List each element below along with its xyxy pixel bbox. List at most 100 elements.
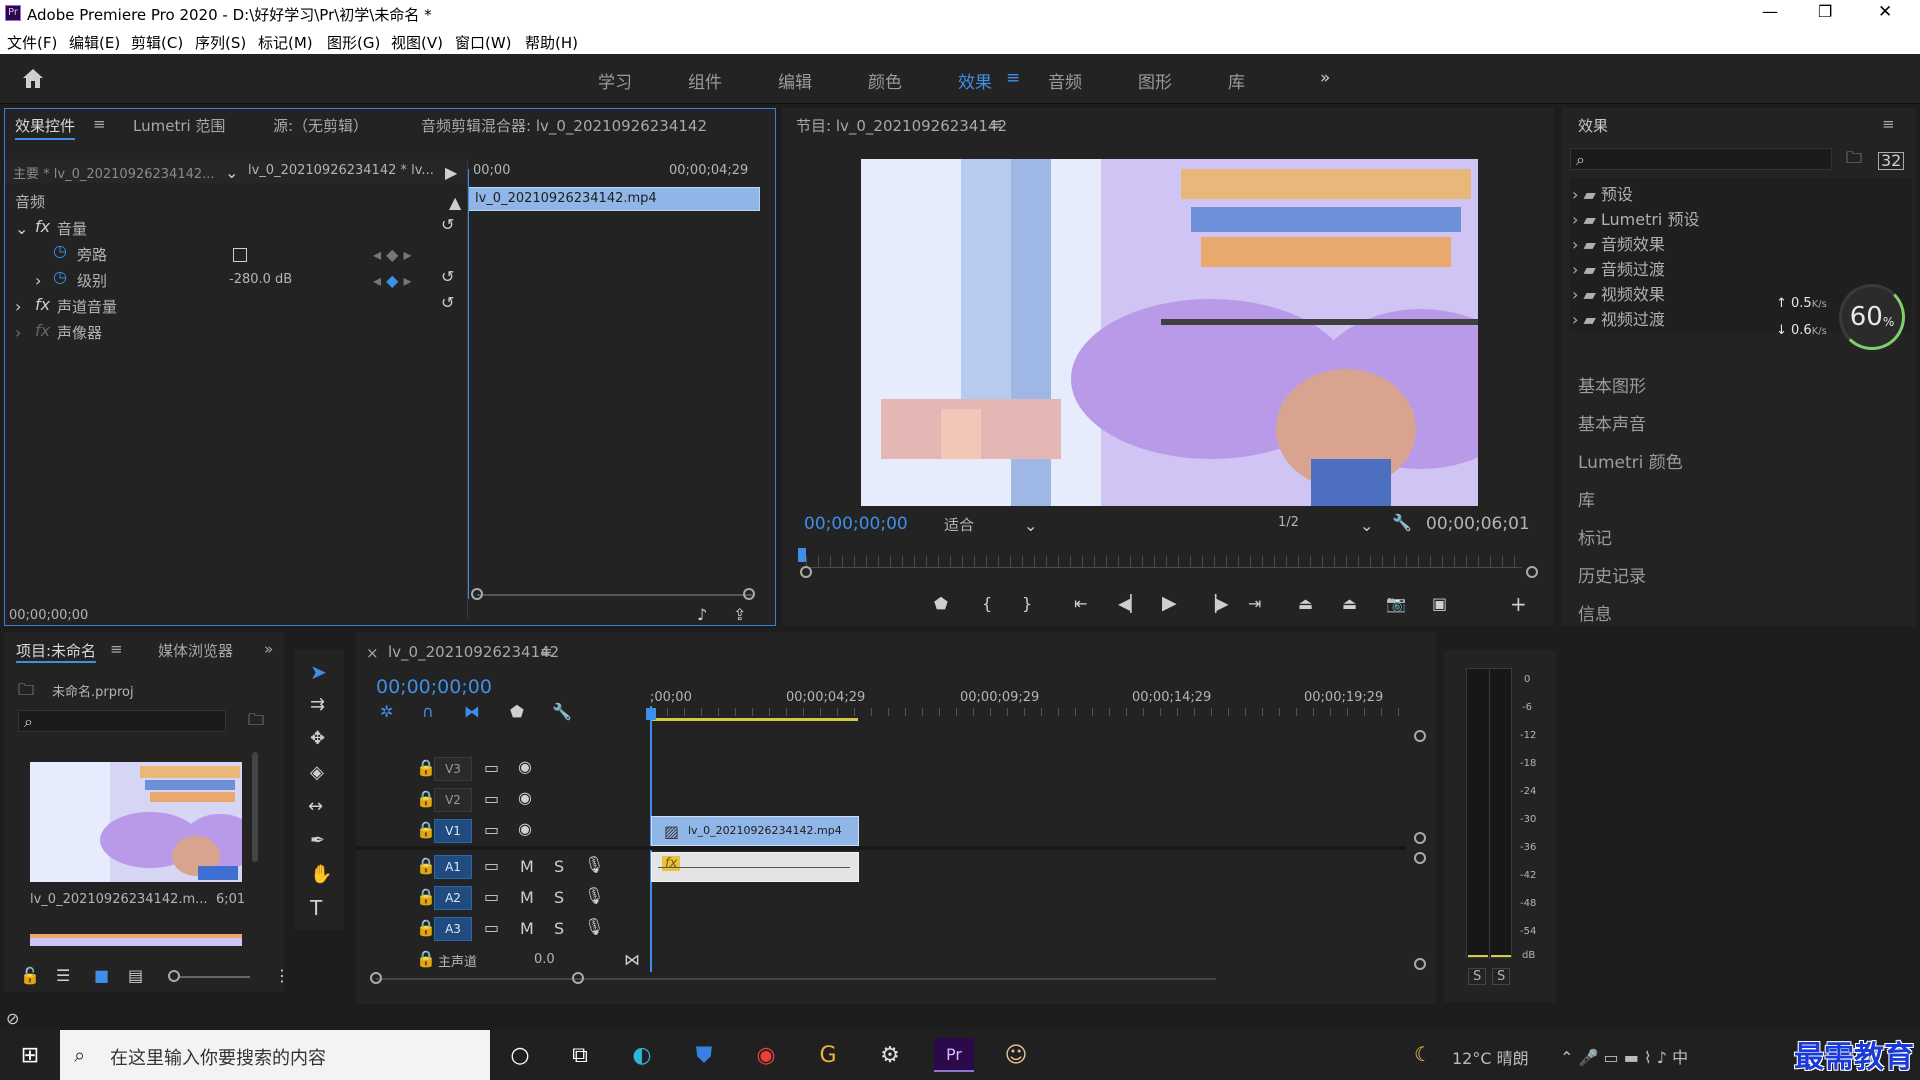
- eye-v1-icon[interactable]: ◉: [518, 821, 532, 837]
- mic-a3-icon[interactable]: 🎙: [584, 919, 604, 935]
- tab-audio-clip-mixer[interactable]: 音频剪辑混合器: lv_0_20210926234142: [421, 115, 707, 136]
- hand-tool-icon[interactable]: ✋: [310, 866, 332, 884]
- avatar-app-icon[interactable]: ☺: [996, 1038, 1036, 1072]
- track-a1-label[interactable]: A1: [434, 855, 472, 879]
- section-lumetri-color[interactable]: Lumetri 颜色: [1578, 448, 1683, 473]
- master-value[interactable]: 0.0: [534, 952, 555, 967]
- ec-playhead[interactable]: [468, 169, 469, 599]
- type-tool-icon[interactable]: T: [310, 898, 322, 918]
- tab-media-browser[interactable]: 媒体浏览器: [158, 640, 233, 661]
- close-button[interactable]: ✕: [1878, 2, 1892, 22]
- meter-solo-left[interactable]: S: [1468, 968, 1487, 985]
- solo-a1-button[interactable]: S: [554, 859, 564, 875]
- keyframe-nav-icon[interactable]: ◂ ◆ ▸: [373, 247, 412, 263]
- tab-effect-controls[interactable]: 效果控件: [15, 115, 76, 140]
- workspace-graphics[interactable]: 图形: [1138, 68, 1172, 93]
- maximize-button[interactable]: ❐: [1818, 2, 1832, 21]
- section-essential-sound[interactable]: 基本声音: [1578, 410, 1646, 435]
- tray-icons[interactable]: ⌃ 🎤 ▭ ▬ ⌇ ♪ 中: [1560, 1044, 1688, 1068]
- work-area-bar[interactable]: [650, 718, 858, 721]
- expand-channel-icon[interactable]: ›: [15, 299, 21, 315]
- play-only-triangle-icon[interactable]: ▶: [445, 165, 457, 181]
- cortana-icon[interactable]: ○: [500, 1038, 540, 1072]
- folder-lumetri-presets[interactable]: › ▰ Lumetri 预设: [1572, 206, 1699, 230]
- section-history[interactable]: 历史记录: [1578, 562, 1646, 587]
- workspace-learn[interactable]: 学习: [598, 68, 632, 93]
- menu-help[interactable]: 帮助(H): [525, 32, 578, 53]
- collapse-arrow-icon[interactable]: ▲: [449, 195, 461, 211]
- freeform-view-icon[interactable]: ▤: [128, 968, 143, 984]
- ec-clip-bar[interactable]: lv_0_20210926234142.mp4: [468, 187, 760, 211]
- level-value[interactable]: -280.0 dB: [229, 272, 292, 287]
- v-scroll-top[interactable]: [1414, 730, 1426, 742]
- resolution-chevron-icon[interactable]: ⌄: [1360, 518, 1373, 534]
- reset-volume-icon[interactable]: ↺: [441, 217, 454, 233]
- home-icon[interactable]: [20, 66, 46, 90]
- tab-source[interactable]: 源:（无剪辑）: [273, 115, 368, 136]
- lock-icon[interactable]: 🔓: [20, 968, 40, 984]
- go-to-in-icon[interactable]: ⇤: [1074, 596, 1087, 612]
- master-clip-label[interactable]: 主要 * lv_0_20210926234142...: [13, 163, 215, 182]
- linked-selection-icon[interactable]: ⧓: [464, 704, 480, 720]
- timeline-timecode[interactable]: 00;00;00;00: [376, 676, 492, 698]
- track-select-tool-icon[interactable]: ⇉: [310, 696, 325, 714]
- tab-project[interactable]: 项目:未命名: [16, 640, 97, 663]
- section-markers[interactable]: 标记: [1578, 524, 1612, 549]
- tab-menu-icon[interactable]: ≡: [93, 115, 106, 133]
- timeline-ruler-ticks[interactable]: [650, 708, 1410, 716]
- folder-video-transitions[interactable]: › ▰ 视频过渡: [1572, 306, 1665, 330]
- expand-panner-icon[interactable]: ›: [15, 325, 21, 341]
- timeline-settings-icon[interactable]: 🔧: [552, 704, 572, 720]
- program-timecode[interactable]: 00;00;00;00: [804, 514, 908, 534]
- sync-a2-icon[interactable]: ▭: [484, 889, 499, 905]
- tab-lumetri-scopes[interactable]: Lumetri 范围: [133, 115, 225, 136]
- fit-dropdown[interactable]: 适合: [944, 514, 974, 535]
- lock-master-icon[interactable]: 🔒: [416, 951, 436, 967]
- solo-a3-button[interactable]: S: [554, 921, 564, 937]
- lock-v1-icon[interactable]: 🔒: [416, 822, 436, 838]
- minimize-button[interactable]: —: [1762, 2, 1778, 21]
- 32bit-filter-icon[interactable]: 32: [1878, 152, 1905, 170]
- play-icon[interactable]: ▶: [1162, 594, 1177, 613]
- mark-out-icon[interactable]: }: [1022, 596, 1032, 612]
- export-icon[interactable]: ⇪: [733, 607, 746, 623]
- fx-icon[interactable]: fx: [35, 219, 50, 235]
- comparison-view-icon[interactable]: ▣: [1432, 596, 1447, 612]
- workspace-editing[interactable]: 编辑: [778, 68, 812, 93]
- menu-edit[interactable]: 编辑(E): [69, 32, 120, 53]
- project-more-icon[interactable]: ⋮: [274, 968, 290, 984]
- ec-scroll-right[interactable]: [743, 588, 755, 600]
- menu-marker[interactable]: 标记(M): [258, 32, 313, 53]
- sync-v3-icon[interactable]: ▭: [484, 760, 499, 776]
- sync-v1-icon[interactable]: ▭: [484, 822, 499, 838]
- timeline-playhead-handle[interactable]: [646, 708, 656, 720]
- weather-text[interactable]: 12°C 晴朗: [1452, 1045, 1529, 1069]
- sequence-tab[interactable]: lv_0_20210926234142: [388, 643, 559, 661]
- reset-level-icon[interactable]: ↺: [441, 269, 454, 285]
- browser-app-icon[interactable]: G: [808, 1038, 848, 1072]
- fx-channel-icon[interactable]: fx: [35, 297, 50, 313]
- icon-view-icon[interactable]: ■: [94, 968, 109, 984]
- menu-file[interactable]: 文件(F): [7, 32, 57, 53]
- section-libraries[interactable]: 库: [1578, 486, 1595, 511]
- mic-a1-icon[interactable]: 🎙: [584, 857, 604, 873]
- section-info[interactable]: 信息: [1578, 600, 1612, 625]
- go-to-out-icon[interactable]: ⇥: [1248, 596, 1261, 612]
- mark-in-icon[interactable]: {: [982, 596, 992, 612]
- lock-v3-icon[interactable]: 🔒: [416, 760, 436, 776]
- track-v1-label[interactable]: V1: [434, 819, 472, 843]
- camera-icon[interactable]: 📷: [1386, 596, 1406, 612]
- music-app-icon[interactable]: ◉: [746, 1038, 786, 1072]
- expand-level-icon[interactable]: ›: [35, 273, 41, 289]
- workspace-assembly[interactable]: 组件: [688, 68, 722, 93]
- effects-search-input[interactable]: ⌕: [1570, 148, 1832, 170]
- ec-scroll-track[interactable]: [477, 594, 753, 596]
- keyframe-level-icon[interactable]: ◂ ◆ ▸: [373, 273, 412, 289]
- extract-icon[interactable]: ⏏: [1342, 596, 1357, 612]
- program-scroll-right[interactable]: [1526, 566, 1538, 578]
- ec-timecode[interactable]: 00;00;00;00: [9, 608, 88, 623]
- slip-tool-icon[interactable]: ↔: [308, 798, 323, 816]
- premiere-taskbar-icon[interactable]: Pr: [934, 1038, 974, 1072]
- lift-icon[interactable]: ⏏: [1298, 596, 1313, 612]
- close-sequence-icon[interactable]: ×: [366, 644, 379, 662]
